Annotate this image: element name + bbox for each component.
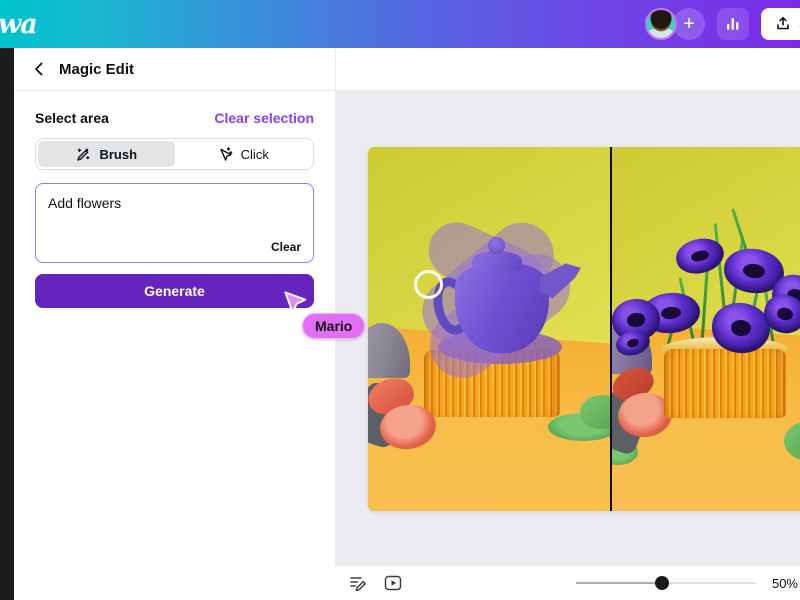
generate-button[interactable]: Generate <box>35 274 314 308</box>
play-icon <box>383 573 403 593</box>
teapot-lid <box>472 251 522 271</box>
share-button[interactable]: Share <box>761 8 800 40</box>
flower-vase <box>664 349 786 418</box>
bottom-bar-left <box>347 572 404 594</box>
panel-header: Magic Edit <box>14 48 335 91</box>
collaborator-cursor: Mario <box>283 290 309 316</box>
bottom-bar: 50% <box>335 565 800 600</box>
click-mode-button[interactable]: Click <box>175 141 312 167</box>
plus-icon: + <box>683 13 695 36</box>
topbar-actions: + Share <box>645 8 800 40</box>
notes-button[interactable] <box>347 572 369 594</box>
select-area-label: Select area <box>35 110 109 126</box>
panel-body: Select area Clear selection Brush <box>14 110 335 308</box>
zoom-slider[interactable] <box>576 576 756 590</box>
selection-mode-toggle: Brush Click <box>35 138 314 170</box>
image-after-pane <box>612 147 800 511</box>
image-before-pane <box>368 147 610 511</box>
prompt-text: Add flowers <box>48 195 121 211</box>
present-button[interactable] <box>382 572 404 594</box>
top-bar: wa + Share <box>0 0 800 48</box>
design-image[interactable] <box>368 147 800 511</box>
zoom-slider-handle[interactable] <box>655 576 669 590</box>
collaborator-name-badge: Mario <box>302 313 365 339</box>
magic-brush-icon <box>75 146 91 162</box>
notes-pencil-icon <box>348 573 368 593</box>
prompt-clear-button[interactable]: Clear <box>271 240 301 254</box>
back-button[interactable] <box>32 62 46 76</box>
avatar[interactable] <box>645 8 677 40</box>
bottom-bar-right: 50% <box>576 576 800 591</box>
magic-edit-panel: Magic Edit Select area Clear selection B… <box>14 48 335 600</box>
clear-selection-link[interactable]: Clear selection <box>214 110 314 126</box>
canvas-area[interactable] <box>335 91 800 565</box>
add-member-button[interactable]: + <box>673 8 705 40</box>
magic-click-icon <box>217 146 233 162</box>
panel-title: Magic Edit <box>59 61 134 78</box>
teapot-knob <box>488 237 505 254</box>
collaborator-pointer-icon <box>283 290 309 316</box>
canvas-top-strip <box>335 48 800 91</box>
zoom-percent-label: 50% <box>772 576 798 591</box>
select-area-row: Select area Clear selection <box>35 110 314 126</box>
brush-mode-button[interactable]: Brush <box>38 141 175 167</box>
click-mode-label: Click <box>241 147 269 162</box>
zoom-slider-fill <box>576 582 662 584</box>
prompt-input[interactable]: Add flowers Clear <box>35 183 314 263</box>
upload-icon <box>775 16 791 32</box>
brush-mode-label: Brush <box>99 147 137 162</box>
insights-button[interactable] <box>717 8 749 40</box>
canva-logo[interactable]: wa <box>0 9 37 40</box>
green-bowl <box>580 395 610 429</box>
bar-chart-icon <box>724 15 742 33</box>
brush-cursor <box>414 270 443 299</box>
collapsed-object-rail[interactable] <box>0 48 14 600</box>
